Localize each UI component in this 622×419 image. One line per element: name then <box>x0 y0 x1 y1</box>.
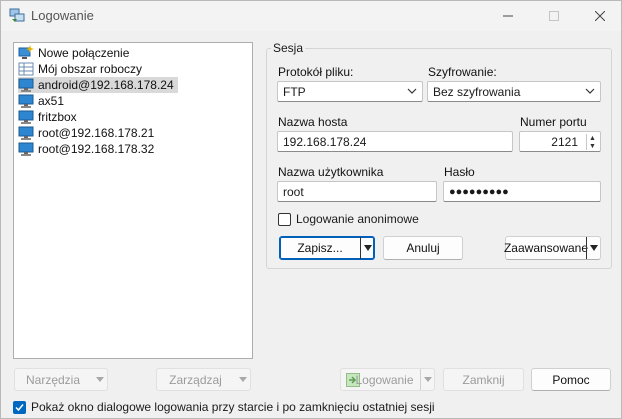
tree-item-new-connection[interactable]: Nowe połączenie <box>18 45 133 61</box>
anonymous-checkbox-box[interactable] <box>278 212 291 226</box>
port-label: Numer portu <box>520 115 587 129</box>
minimize-icon <box>503 8 513 24</box>
user-label: Nazwa użytkownika <box>278 165 384 179</box>
computer-icon <box>18 109 34 125</box>
protocol-select[interactable]: FTP <box>277 81 423 102</box>
caret-down-icon <box>423 377 432 382</box>
session-tree[interactable]: Nowe połączenie Mój obszar roboczy andro… <box>13 42 253 359</box>
host-input[interactable]: 192.168.178.24 <box>277 131 513 152</box>
tree-item-fritzbox[interactable]: fritzbox <box>18 109 81 125</box>
manage-dropdown-arrow[interactable] <box>236 369 250 390</box>
manage-button[interactable]: Zarządzaj <box>156 368 251 391</box>
cancel-button[interactable]: Anuluj <box>383 236 463 260</box>
save-button[interactable]: Zapisz... <box>279 236 375 260</box>
protocol-label: Protokół pliku: <box>278 65 354 79</box>
spin-up-icon[interactable]: ▲ <box>587 134 598 142</box>
anonymous-login-checkbox[interactable]: Logowanie anonimowe <box>278 212 419 226</box>
password-input[interactable]: ●●●●●●●●● <box>443 181 601 202</box>
new-connection-icon <box>18 45 34 61</box>
maximize-button[interactable] <box>531 1 577 31</box>
close-icon <box>594 8 606 24</box>
close-dialog-button[interactable]: Zamknij <box>443 368 524 391</box>
spin-down-icon[interactable]: ▼ <box>587 142 598 150</box>
encryption-label: Szyfrowanie: <box>428 65 497 79</box>
workspace-icon <box>18 61 34 77</box>
winscp-app-icon <box>9 7 25 23</box>
window-title: Logowanie <box>31 8 94 23</box>
host-value: 192.168.178.24 <box>283 135 367 149</box>
tree-item-root-32[interactable]: root@192.168.178.32 <box>18 141 158 157</box>
help-button[interactable]: Pomoc <box>531 368 611 391</box>
tree-item-label: root@192.168.178.32 <box>38 142 155 156</box>
maximize-icon <box>549 8 559 24</box>
show-dialog-label: Pokaż okno dialogowe logowania przy star… <box>31 400 435 414</box>
advanced-button-label: Zaawansowane <box>503 241 589 255</box>
close-dialog-label: Zamknij <box>462 372 505 387</box>
tools-button[interactable]: Narzędzia <box>14 368 108 391</box>
tree-item-android[interactable]: android@192.168.178.24 <box>18 77 178 93</box>
host-label: Nazwa hosta <box>278 115 348 129</box>
encryption-value: Bez szyfrowania <box>433 85 521 99</box>
save-dropdown-arrow[interactable] <box>360 237 374 259</box>
tree-item-label: fritzbox <box>38 110 77 124</box>
username-input[interactable]: root <box>277 181 437 202</box>
tree-item-workspace[interactable]: Mój obszar roboczy <box>18 61 146 77</box>
tools-button-label: Narzędzia <box>25 372 81 387</box>
password-label: Hasło <box>444 165 475 179</box>
minimize-button[interactable] <box>485 1 531 31</box>
tree-item-label: ax51 <box>38 94 65 108</box>
title-bar[interactable]: Logowanie <box>1 1 621 31</box>
computer-icon <box>18 77 34 93</box>
tools-dropdown-arrow[interactable] <box>93 369 107 390</box>
advanced-dropdown-arrow[interactable] <box>586 237 600 259</box>
tree-item-root-21[interactable]: root@192.168.178.21 <box>18 125 158 141</box>
username-value: root <box>283 185 304 199</box>
tree-item-label: root@192.168.178.21 <box>38 126 155 140</box>
caret-down-icon <box>363 245 372 251</box>
login-dropdown-arrow[interactable] <box>420 369 434 390</box>
show-dialog-checkbox-box[interactable] <box>13 400 26 414</box>
port-input[interactable]: 2121 ▲ ▼ <box>519 131 601 152</box>
chevron-down-icon <box>584 85 596 97</box>
chevron-down-icon <box>406 85 418 97</box>
computer-icon <box>18 93 34 109</box>
tree-item-label: Mój obszar roboczy <box>38 62 143 76</box>
computer-icon <box>18 125 34 141</box>
encryption-select[interactable]: Bez szyfrowania <box>427 81 601 102</box>
caret-down-icon <box>239 377 247 382</box>
caret-down-icon <box>96 377 104 382</box>
login-button-label: Logowanie <box>355 372 414 387</box>
login-dialog: Logowanie Nowe połączenie Mój obszar rob… <box>0 0 622 419</box>
checkmark-icon <box>15 403 24 411</box>
anonymous-login-label: Logowanie anonimowe <box>296 212 419 226</box>
computer-icon <box>18 141 34 157</box>
cancel-button-label: Anuluj <box>406 241 440 255</box>
login-button[interactable]: Logowanie <box>340 368 435 391</box>
close-button[interactable] <box>577 1 622 31</box>
manage-button-label: Zarządzaj <box>169 372 222 387</box>
show-login-dialog-checkbox[interactable]: Pokaż okno dialogowe logowania przy star… <box>13 400 435 414</box>
caret-down-icon <box>589 245 598 251</box>
session-group-title: Sesja <box>271 41 306 55</box>
tree-item-label: Nowe połączenie <box>38 46 130 60</box>
password-value: ●●●●●●●●● <box>449 186 509 198</box>
port-spinner[interactable]: ▲ ▼ <box>586 134 598 150</box>
help-button-label: Pomoc <box>552 372 590 387</box>
port-value: 2121 <box>551 135 578 149</box>
tree-item-label: android@192.168.178.24 <box>38 78 174 92</box>
save-button-label: Zapisz... <box>297 241 343 255</box>
advanced-button[interactable]: Zaawansowane <box>503 236 601 260</box>
protocol-value: FTP <box>283 85 306 99</box>
tree-item-ax51[interactable]: ax51 <box>18 93 68 109</box>
